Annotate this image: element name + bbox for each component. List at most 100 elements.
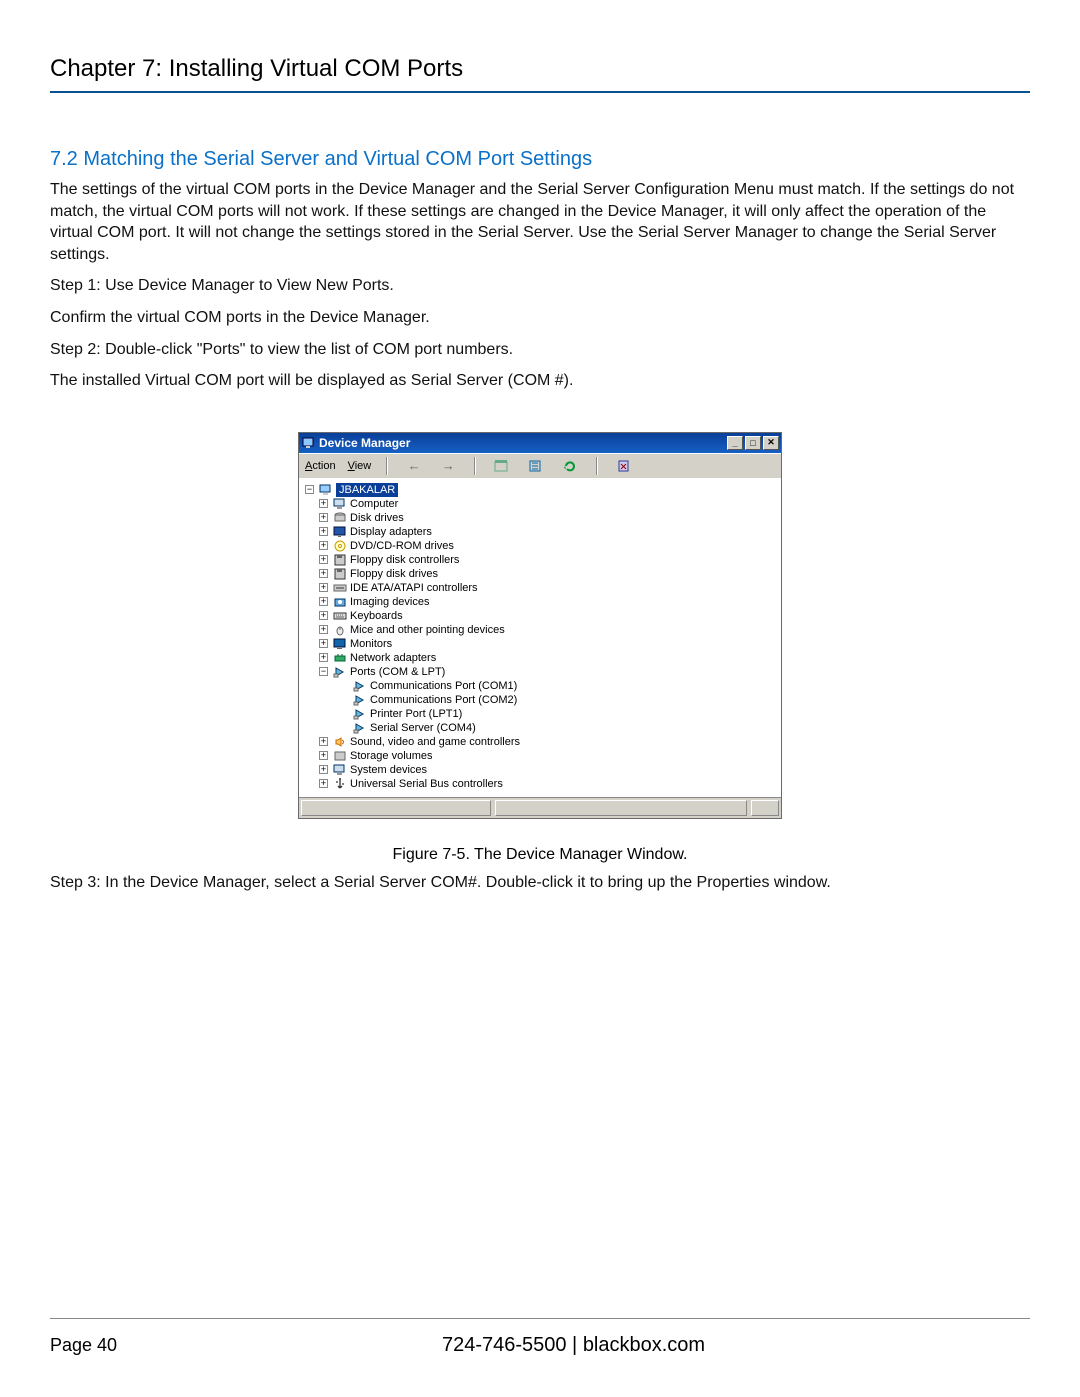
- port-icon: [353, 708, 367, 720]
- port-icon: [353, 722, 367, 734]
- device-tree[interactable]: − JBAKALAR + Computer + Disk drives + Display…: [299, 478, 781, 797]
- expander-icon[interactable]: +: [319, 499, 328, 508]
- tree-node[interactable]: +Floppy disk drives: [301, 567, 779, 581]
- expander-icon[interactable]: +: [319, 765, 328, 774]
- expander-icon[interactable]: +: [319, 639, 328, 648]
- tree-node[interactable]: + Imaging devices: [301, 595, 779, 609]
- toolbar-back-icon[interactable]: ←: [403, 456, 425, 476]
- tree-node[interactable]: + Computer: [301, 497, 779, 511]
- expander-icon[interactable]: +: [319, 583, 328, 592]
- confirm-text: Confirm the virtual COM ports in the Dev…: [50, 307, 1030, 329]
- tree-node[interactable]: + Universal Serial Bus controllers: [301, 777, 779, 791]
- window-titlebar: Device Manager _ □ ✕: [299, 433, 781, 453]
- root-label[interactable]: JBAKALAR: [336, 483, 398, 497]
- tree-node[interactable]: + Display adapters: [301, 525, 779, 539]
- expander-icon[interactable]: +: [319, 513, 328, 522]
- expander-icon[interactable]: +: [319, 541, 328, 550]
- tree-node[interactable]: +Floppy disk controllers: [301, 553, 779, 567]
- node-label: Computer: [350, 497, 398, 511]
- monitor-icon: [333, 638, 347, 650]
- node-label: Sound, video and game controllers: [350, 735, 520, 749]
- tree-child-node[interactable]: Serial Server (COM4): [301, 721, 779, 735]
- floppy-icon: [333, 554, 347, 566]
- computer-root-icon: [319, 484, 333, 496]
- tree-node[interactable]: + Disk drives: [301, 511, 779, 525]
- toolbar-refresh-icon[interactable]: [559, 456, 581, 476]
- expander-icon[interactable]: −: [319, 667, 328, 676]
- node-label: Ports (COM & LPT): [350, 665, 445, 679]
- tree-node[interactable]: + DVD/CD-ROM drives: [301, 539, 779, 553]
- expander-icon[interactable]: +: [319, 527, 328, 536]
- tree-node[interactable]: +Network adapters: [301, 651, 779, 665]
- menu-view[interactable]: View: [348, 460, 372, 472]
- expander-icon[interactable]: +: [319, 611, 328, 620]
- computer-icon: [333, 498, 347, 510]
- toolbar-forward-icon[interactable]: →: [437, 456, 459, 476]
- imaging-icon: [333, 596, 347, 608]
- expander-icon[interactable]: −: [305, 485, 314, 494]
- step-2: Step 2: Double-click "Ports" to view the…: [50, 339, 1030, 361]
- keyboard-icon: [333, 610, 347, 622]
- floppy-icon: [333, 568, 347, 580]
- node-label: Keyboards: [350, 609, 403, 623]
- system-icon: [333, 764, 347, 776]
- step-1: Step 1: Use Device Manager to View New P…: [50, 275, 1030, 297]
- toolbar-properties-icon[interactable]: [491, 456, 513, 476]
- tree-node[interactable]: + Keyboards: [301, 609, 779, 623]
- node-label: DVD/CD-ROM drives: [350, 539, 454, 553]
- tree-node[interactable]: + Sound, video and game controllers: [301, 735, 779, 749]
- expander-icon[interactable]: +: [319, 737, 328, 746]
- step-3: Step 3: In the Device Manager, select a …: [50, 872, 1030, 894]
- device-manager-window: Device Manager _ □ ✕ Action View ← →: [298, 432, 782, 819]
- port-icon: [333, 666, 347, 678]
- node-label: System devices: [350, 763, 427, 777]
- toolbar-scan-icon[interactable]: [525, 456, 547, 476]
- page-number: Page 40: [50, 1335, 117, 1356]
- expander-icon[interactable]: +: [319, 751, 328, 760]
- node-label: Mice and other pointing devices: [350, 623, 505, 637]
- tree-node[interactable]: + Storage volumes: [301, 749, 779, 763]
- tree-node[interactable]: + System devices: [301, 763, 779, 777]
- tree-child-node[interactable]: Printer Port (LPT1): [301, 707, 779, 721]
- node-label: Monitors: [350, 637, 392, 651]
- tree-node[interactable]: + Mice and other pointing devices: [301, 623, 779, 637]
- expander-icon[interactable]: +: [319, 597, 328, 606]
- node-label: Disk drives: [350, 511, 404, 525]
- node-label: IDE ATA/ATAPI controllers: [350, 581, 478, 595]
- status-bar: [299, 797, 781, 818]
- tree-node[interactable]: − Ports (COM & LPT): [301, 665, 779, 679]
- node-label: Display adapters: [350, 525, 432, 539]
- node-label: Universal Serial Bus controllers: [350, 777, 503, 791]
- window-title: Device Manager: [319, 436, 410, 450]
- expander-icon[interactable]: +: [319, 779, 328, 788]
- node-label: Serial Server (COM4): [370, 721, 476, 735]
- cd-icon: [333, 540, 347, 552]
- storage-icon: [333, 750, 347, 762]
- close-button[interactable]: ✕: [763, 436, 779, 450]
- tree-child-node[interactable]: Communications Port (COM2): [301, 693, 779, 707]
- port-icon: [353, 680, 367, 692]
- toolbar-uninstall-icon[interactable]: [613, 456, 635, 476]
- tree-node[interactable]: + Monitors: [301, 637, 779, 651]
- minimize-button[interactable]: _: [727, 436, 743, 450]
- installed-text: The installed Virtual COM port will be d…: [50, 370, 1030, 392]
- menu-action[interactable]: Action: [305, 460, 336, 472]
- expander-icon[interactable]: +: [319, 569, 328, 578]
- tree-child-node[interactable]: Communications Port (COM1): [301, 679, 779, 693]
- node-label: Communications Port (COM2): [370, 693, 517, 707]
- maximize-button[interactable]: □: [745, 436, 761, 450]
- node-label: Printer Port (LPT1): [370, 707, 462, 721]
- tree-node[interactable]: + IDE ATA/ATAPI controllers: [301, 581, 779, 595]
- figure-caption: Figure 7-5. The Device Manager Window.: [50, 846, 1030, 864]
- usb-icon: [333, 778, 347, 790]
- expander-icon[interactable]: +: [319, 625, 328, 634]
- display-icon: [333, 526, 347, 538]
- port-icon: [353, 694, 367, 706]
- disk-icon: [333, 512, 347, 524]
- mouse-icon: [333, 624, 347, 636]
- ide-icon: [333, 582, 347, 594]
- node-label: Imaging devices: [350, 595, 430, 609]
- node-label: Storage volumes: [350, 749, 433, 763]
- expander-icon[interactable]: +: [319, 555, 328, 564]
- expander-icon[interactable]: +: [319, 653, 328, 662]
